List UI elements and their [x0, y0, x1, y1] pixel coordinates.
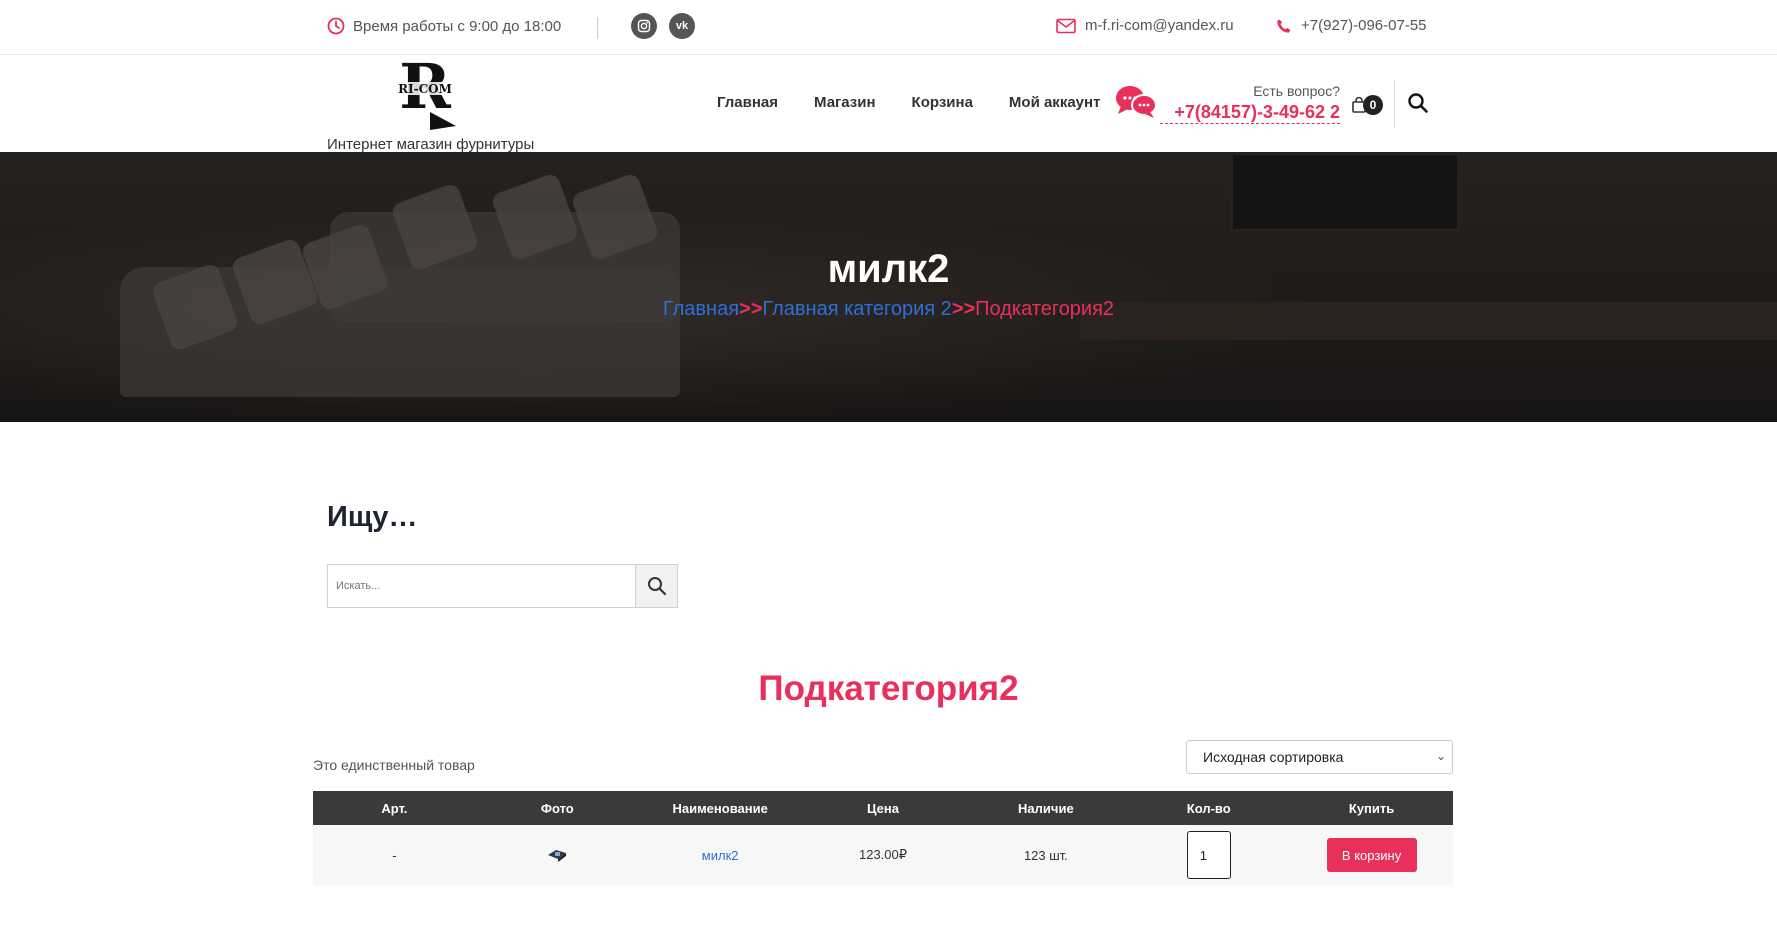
search-icon[interactable] — [1407, 92, 1429, 114]
page-title: милк2 — [827, 247, 950, 291]
search-widget-title: Ищу… — [327, 501, 418, 533]
chevron-down-icon: ⌄ — [1435, 749, 1446, 763]
breadcrumb: Главная>>Главная категория 2>>Подкатегор… — [0, 298, 1777, 321]
table-row: - милк2 123.00₽ 123 шт. 1 В корзину — [313, 825, 1453, 885]
row-photo — [476, 825, 639, 885]
breadcrumb-separator: >> — [951, 298, 976, 320]
breadcrumb-home[interactable]: Главная — [663, 298, 739, 320]
phone-text[interactable]: +7(927)-096-07-55 — [1301, 17, 1427, 34]
breadcrumb-separator: >> — [739, 298, 763, 320]
search-icon — [647, 577, 666, 596]
result-count: Это единственный товар — [313, 757, 475, 773]
product-search-form — [327, 564, 678, 608]
instagram-icon[interactable] — [631, 13, 657, 39]
product-thumbnail[interactable] — [546, 847, 568, 863]
row-stock: 123 шт. — [1023, 847, 1068, 863]
mini-cart[interactable]: 0 — [1352, 93, 1384, 117]
site-header: R RI-COM Интернет магазин фурнитуры Глав… — [0, 56, 1777, 153]
table-header: Арт. Фото Наименование Цена Наличие Кол-… — [313, 791, 1453, 825]
nav-item-home[interactable]: Главная — [717, 94, 778, 111]
search-submit-button[interactable] — [635, 565, 677, 607]
column-header-stock: Наличие — [1018, 800, 1074, 816]
vk-icon-glyph: vk — [675, 20, 689, 32]
working-hours: Время работы с 9:00 до 18:00 — [327, 17, 561, 35]
sort-selected-value: Исходная сортировка — [1203, 749, 1344, 765]
header-divider — [1394, 80, 1395, 128]
product-name-link[interactable]: милк2 — [702, 848, 739, 863]
category-title: Подкатегория2 — [758, 669, 1019, 708]
email-text[interactable]: m-f.ri-com@yandex.ru — [1085, 17, 1234, 34]
column-header-qty: Кол-во — [1186, 800, 1231, 816]
nav-item-shop[interactable]: Магазин — [814, 94, 876, 111]
column-header-sku: Арт. — [381, 800, 408, 816]
breadcrumb-category[interactable]: Главная категория 2 — [762, 298, 951, 320]
add-to-cart-button[interactable]: В корзину — [1326, 838, 1417, 872]
site-logo[interactable]: R RI-COM — [390, 60, 460, 130]
page-hero: милк2 Главная>>Главная категория 2>>Подк… — [0, 152, 1777, 422]
phone-icon — [1277, 19, 1291, 33]
vk-icon[interactable]: vk — [669, 13, 695, 39]
nav-item-account[interactable]: Мой аккаунт — [1009, 94, 1101, 111]
topbar-divider — [597, 17, 598, 39]
column-header-name: Наименование — [672, 800, 768, 816]
nav-item-cart[interactable]: Корзина — [912, 94, 973, 111]
search-input[interactable] — [328, 565, 636, 607]
row-sku: - — [392, 847, 397, 863]
envelope-icon — [1056, 18, 1076, 33]
header-phone-link[interactable]: +7(84157)-3-49-62 2 — [1160, 102, 1340, 124]
clock-icon — [327, 17, 345, 35]
top-bar: Время работы с 9:00 до 18:00 vk m-f.ri-c… — [0, 0, 1777, 55]
topbar-phone[interactable]: +7(927)-096-07-55 — [1276, 17, 1427, 34]
row-name: милк2 — [639, 825, 802, 885]
cart-count-badge: 0 — [1363, 95, 1383, 115]
question-label: Есть вопрос? — [1253, 83, 1340, 99]
column-header-price: Цена — [867, 800, 899, 816]
working-hours-text: Время работы с 9:00 до 18:00 — [353, 17, 562, 35]
site-tagline: Интернет магазин фурнитуры — [327, 136, 535, 153]
row-buy: В корзину — [1290, 825, 1453, 885]
svg-text:RI-COM: RI-COM — [398, 82, 452, 96]
quantity-input[interactable]: 1 — [1186, 831, 1231, 879]
main-nav: Главная Магазин Корзина Мой аккаунт — [717, 94, 1100, 111]
row-qty: 1 — [1127, 825, 1290, 885]
breadcrumb-current: Подкатегория2 — [975, 298, 1115, 320]
column-header-photo: Фото — [540, 800, 574, 816]
row-price: 123.00₽ — [858, 847, 908, 862]
topbar-email[interactable]: m-f.ri-com@yandex.ru — [1056, 17, 1234, 34]
sort-select[interactable]: Исходная сортировка ⌄ — [1186, 740, 1453, 774]
column-header-buy: Купить — [1348, 800, 1395, 816]
product-table: Арт. Фото Наименование Цена Наличие Кол-… — [313, 791, 1453, 885]
